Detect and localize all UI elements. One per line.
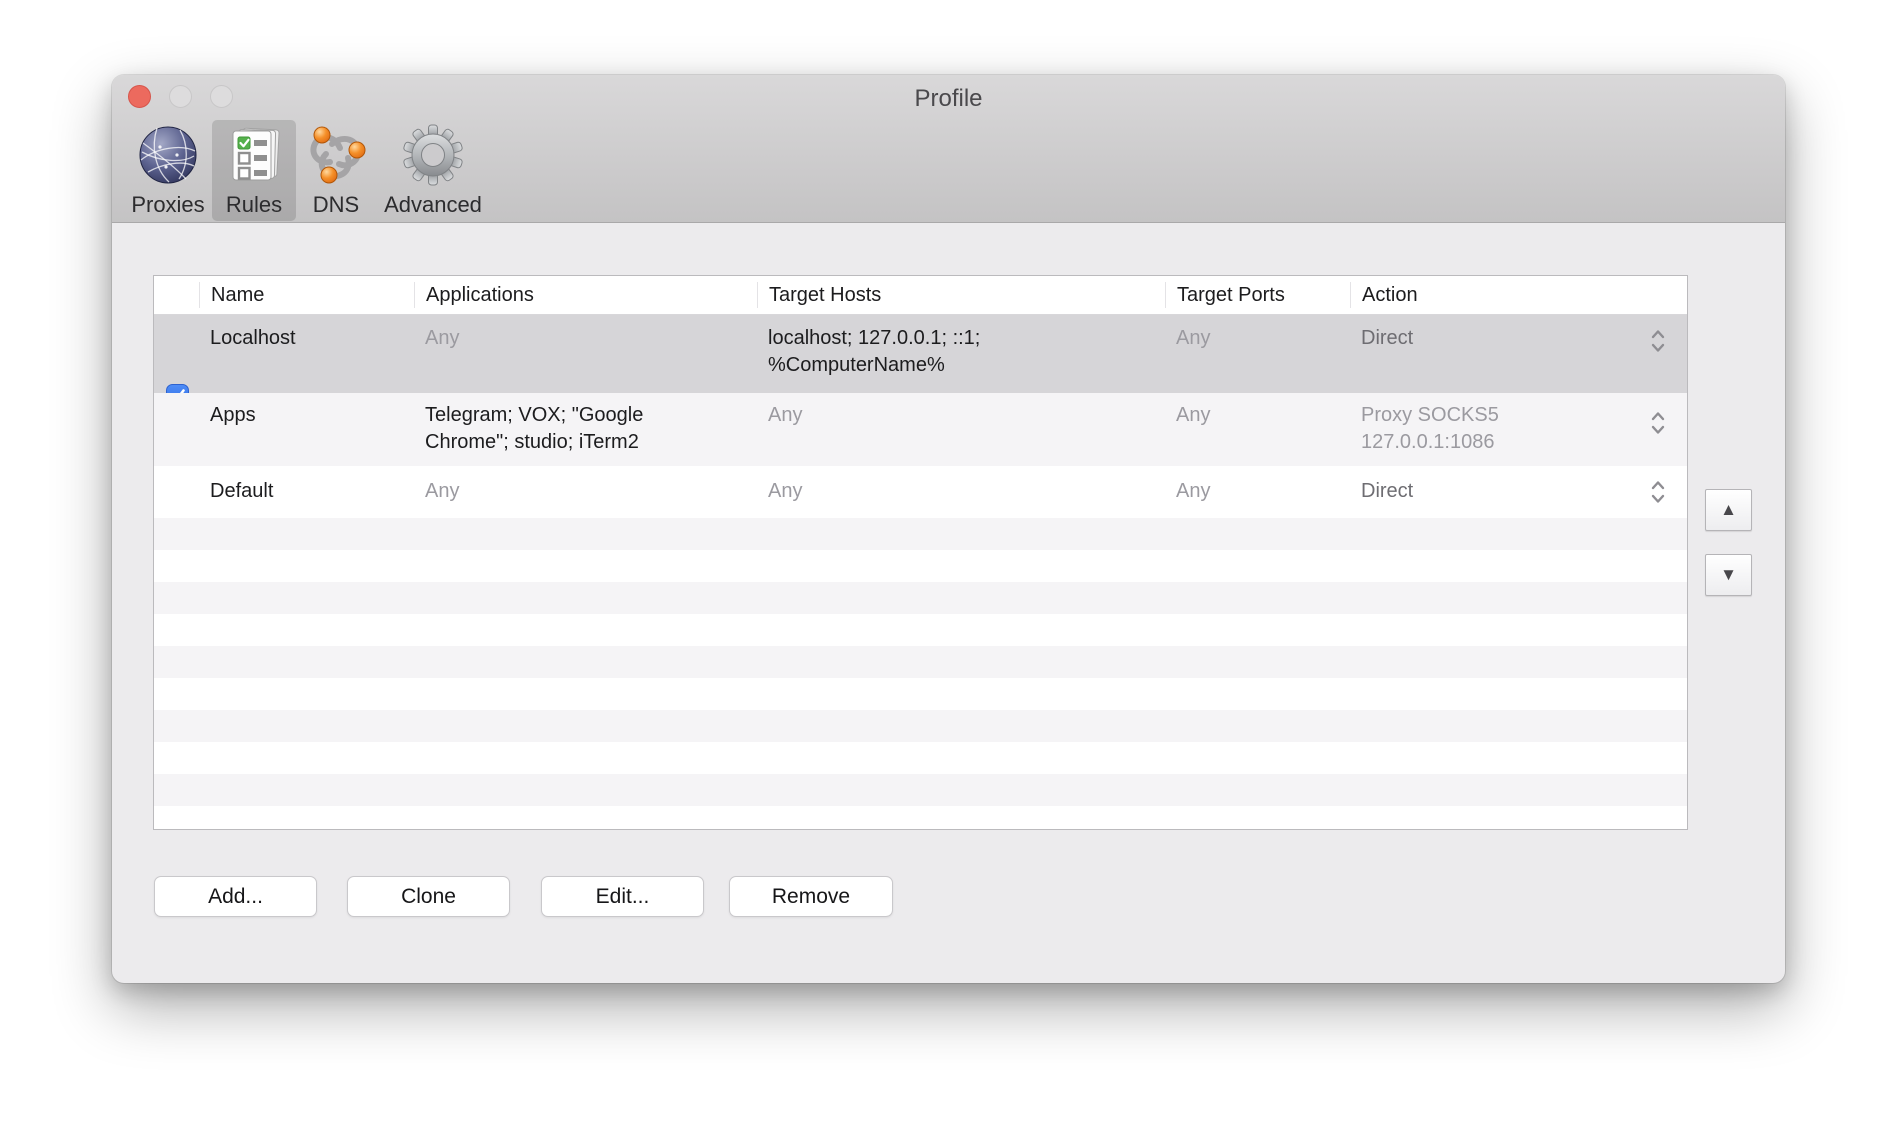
rule-target-ports: Any xyxy=(1165,393,1350,466)
empty-row xyxy=(154,518,1687,550)
rules-table: Name Applications Target Hosts Target Po… xyxy=(153,275,1688,830)
rule-action: Direct xyxy=(1350,315,1687,393)
empty-row xyxy=(154,774,1687,806)
toolbar-label-proxies: Proxies xyxy=(131,193,204,217)
column-header-checkbox[interactable] xyxy=(154,282,199,308)
app-window: Profile xyxy=(112,75,1785,983)
column-header-target-ports[interactable]: Target Ports xyxy=(1165,282,1350,308)
rule-action: Proxy SOCKS5 127.0.0.1:1086 xyxy=(1350,393,1687,466)
edit-button[interactable]: Edit... xyxy=(541,876,704,917)
action-stepper-icon[interactable] xyxy=(1649,408,1667,443)
rule-applications: Any xyxy=(414,466,757,518)
action-stepper-icon[interactable] xyxy=(1649,326,1667,361)
down-triangle-icon: ▼ xyxy=(1720,565,1737,585)
column-header-target-hosts[interactable]: Target Hosts xyxy=(757,282,1165,308)
toolbar-item-dns[interactable]: DNS xyxy=(301,120,371,221)
network-nodes-icon xyxy=(304,122,368,186)
rule-name: Localhost xyxy=(199,315,414,393)
gear-icon xyxy=(401,122,465,186)
empty-row xyxy=(154,614,1687,646)
empty-row xyxy=(154,582,1687,614)
rule-enabled-checkbox[interactable] xyxy=(166,357,199,393)
rule-applications: Telegram; VOX; "Google Chrome"; studio; … xyxy=(414,393,757,466)
rule-name: Default xyxy=(199,466,414,518)
titlebar-toolbar: Profile xyxy=(112,75,1785,223)
toolbar-label-rules: Rules xyxy=(226,193,282,217)
column-header-action[interactable]: Action xyxy=(1350,282,1687,308)
rule-name: Apps xyxy=(199,393,414,466)
rule-applications: Any xyxy=(414,315,757,393)
empty-row xyxy=(154,646,1687,678)
toolbar-label-advanced: Advanced xyxy=(384,193,482,217)
move-down-button[interactable]: ▼ xyxy=(1705,554,1752,596)
move-up-button[interactable]: ▲ xyxy=(1705,489,1752,531)
empty-row xyxy=(154,742,1687,774)
empty-row xyxy=(154,710,1687,742)
toolbar-item-proxies[interactable]: Proxies xyxy=(123,120,213,221)
toolbar-item-rules[interactable]: Rules xyxy=(212,120,296,221)
toolbar-item-advanced[interactable]: Advanced xyxy=(378,120,488,221)
rule-action: Direct xyxy=(1350,466,1687,518)
rule-enabled-checkbox[interactable] xyxy=(166,440,199,466)
rule-target-ports: Any xyxy=(1165,315,1350,393)
table-row[interactable]: Localhost Any localhost; 127.0.0.1; ::1;… xyxy=(154,315,1687,393)
rule-target-hosts: localhost; 127.0.0.1; ::1; %ComputerName… xyxy=(757,315,1165,393)
rule-target-hosts: Any xyxy=(757,466,1165,518)
column-header-applications[interactable]: Applications xyxy=(414,282,757,308)
action-stepper-icon[interactable] xyxy=(1649,477,1667,512)
clone-button[interactable]: Clone xyxy=(347,876,510,917)
checklist-icon xyxy=(222,122,286,186)
rule-target-ports: Any xyxy=(1165,466,1350,518)
up-triangle-icon: ▲ xyxy=(1720,500,1737,520)
empty-row xyxy=(154,550,1687,582)
window-title: Profile xyxy=(112,83,1785,115)
table-row[interactable]: Apps Telegram; VOX; "Google Chrome"; stu… xyxy=(154,393,1687,466)
remove-button[interactable]: Remove xyxy=(729,876,893,917)
toolbar-label-dns: DNS xyxy=(313,193,359,217)
column-header-name[interactable]: Name xyxy=(199,282,414,308)
add-button[interactable]: Add... xyxy=(154,876,317,917)
rule-target-hosts: Any xyxy=(757,393,1165,466)
table-row[interactable]: Default Any Any Any Direct xyxy=(154,466,1687,518)
table-header: Name Applications Target Hosts Target Po… xyxy=(154,276,1687,315)
globe-icon xyxy=(136,122,200,186)
empty-row xyxy=(154,678,1687,710)
